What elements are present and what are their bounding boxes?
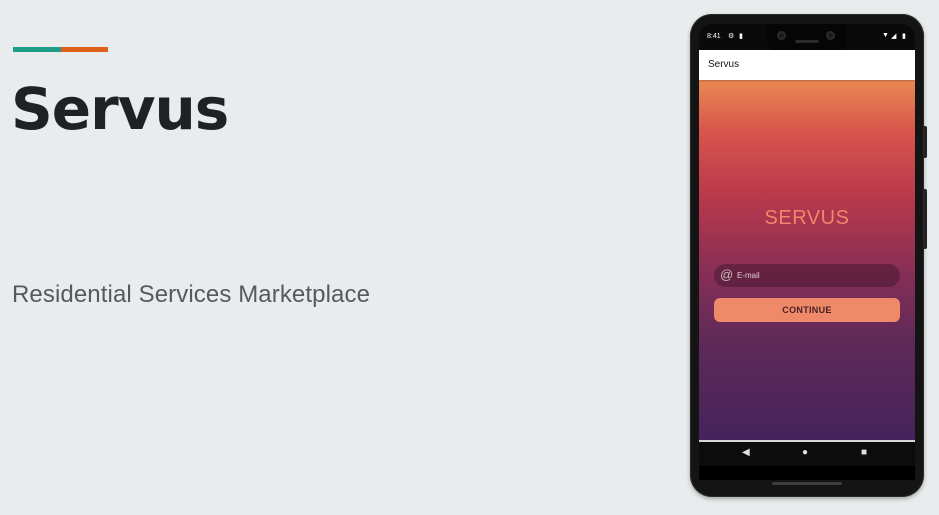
home-indicator xyxy=(772,482,842,485)
continue-button[interactable]: CONTINUE xyxy=(714,298,900,322)
email-placeholder: E-mail xyxy=(737,271,760,280)
android-nav-bar: ◀ ● ■ xyxy=(699,440,915,466)
sd-card-icon: ▮ xyxy=(739,33,743,40)
earpiece-speaker xyxy=(795,40,819,43)
volume-button xyxy=(924,189,927,249)
login-screen: SERVUS @ E-mail CONTINUE xyxy=(699,80,915,440)
recents-icon[interactable]: ■ xyxy=(861,447,867,458)
phone-mockup: 8:41 ⚙ ▮ ▼ ◢ ▮ Servus SERVUS @ E-mail CO… xyxy=(690,14,927,497)
email-field[interactable]: @ E-mail xyxy=(714,264,900,287)
wifi-icon: ▼ xyxy=(882,32,889,39)
gear-icon: ⚙ xyxy=(728,33,735,40)
camera-notch xyxy=(767,24,847,50)
front-camera-icon xyxy=(777,31,786,40)
signal-icon: ◢ xyxy=(891,33,897,40)
status-time: 8:41 xyxy=(707,33,721,40)
phone-screen: 8:41 ⚙ ▮ ▼ ◢ ▮ Servus SERVUS @ E-mail CO… xyxy=(699,24,915,480)
accent-bar-teal xyxy=(13,47,61,52)
app-bar-title: Servus xyxy=(708,59,740,70)
home-icon[interactable]: ● xyxy=(802,447,808,458)
app-logo: SERVUS xyxy=(764,207,850,229)
app-bar: Servus xyxy=(699,50,915,80)
power-button xyxy=(924,126,927,158)
accent-bar xyxy=(13,47,108,52)
back-icon[interactable]: ◀ xyxy=(742,447,750,458)
at-icon: @ xyxy=(720,267,734,282)
accent-bar-orange xyxy=(61,47,108,52)
slide-subtitle: Residential Services Marketplace xyxy=(12,281,371,308)
front-sensor-icon xyxy=(826,31,835,40)
battery-icon: ▮ xyxy=(902,33,906,40)
slide-title: Servus xyxy=(11,75,229,143)
